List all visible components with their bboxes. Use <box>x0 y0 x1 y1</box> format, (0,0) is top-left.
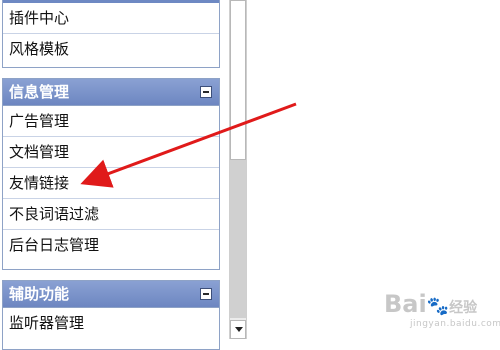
sidebar-item-ad-management[interactable]: 广告管理 <box>3 106 219 137</box>
scrollbar-track[interactable] <box>230 160 246 318</box>
main-content-area <box>247 0 500 339</box>
sidebar-item-friend-links[interactable]: 友情链接 <box>3 168 219 199</box>
panel-info-management: 信息管理 广告管理 文档管理 友情链接 不良词语过滤 后台日志管理 <box>2 78 220 270</box>
watermark-url: jingyan.baidu.com <box>410 319 500 329</box>
panel-title: 辅助功能 <box>9 285 70 303</box>
baidu-watermark: Bai🐾经验 jingyan.baidu.com <box>384 290 500 332</box>
panel-header-auxiliary[interactable]: 辅助功能 <box>3 281 219 308</box>
scroll-down-arrow-icon[interactable] <box>230 320 246 339</box>
watermark-logo: Bai🐾经验 <box>384 290 478 318</box>
sidebar-scrollbar[interactable] <box>229 0 247 339</box>
panel-header-info-management[interactable]: 信息管理 <box>3 79 219 106</box>
scrollbar-thumb[interactable] <box>230 0 246 160</box>
admin-sidebar: 插件中心 风格模板 信息管理 广告管理 文档管理 友情链接 不良词语过滤 后台日… <box>0 0 226 350</box>
sidebar-item-style-templates[interactable]: 风格模板 <box>3 34 219 65</box>
sidebar-item-document-management[interactable]: 文档管理 <box>3 137 219 168</box>
collapse-icon[interactable] <box>200 86 212 98</box>
sidebar-item-plugin-center[interactable]: 插件中心 <box>3 3 219 34</box>
sidebar-item-bad-word-filter[interactable]: 不良词语过滤 <box>3 199 219 230</box>
panel-title: 信息管理 <box>9 83 70 101</box>
panel-extensions: 插件中心 风格模板 <box>2 0 220 68</box>
sidebar-item-admin-log[interactable]: 后台日志管理 <box>3 230 219 261</box>
sidebar-item-listener-management[interactable]: 监听器管理 <box>3 308 219 339</box>
panel-auxiliary-functions: 辅助功能 监听器管理 <box>2 280 220 350</box>
collapse-icon[interactable] <box>200 288 212 300</box>
